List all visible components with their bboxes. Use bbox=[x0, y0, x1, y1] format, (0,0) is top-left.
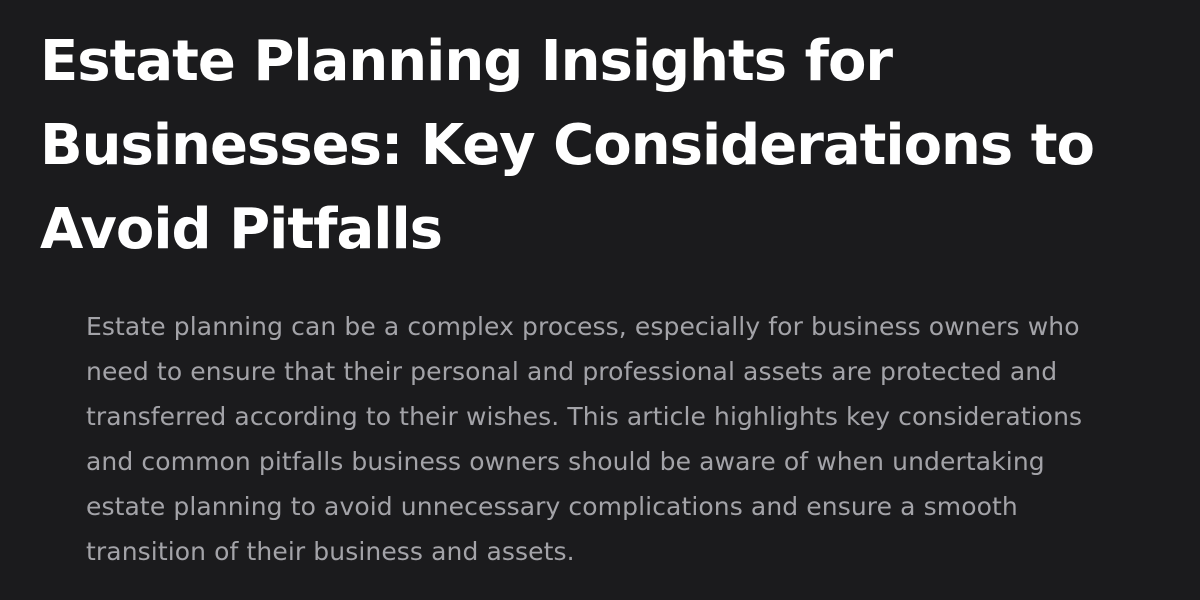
article-card: Estate Planning Insights for Businesses:… bbox=[0, 0, 1200, 600]
article-excerpt: Estate planning can be a complex process… bbox=[86, 312, 1083, 566]
article-title: Estate Planning Insights for Businesses:… bbox=[40, 29, 1095, 262]
